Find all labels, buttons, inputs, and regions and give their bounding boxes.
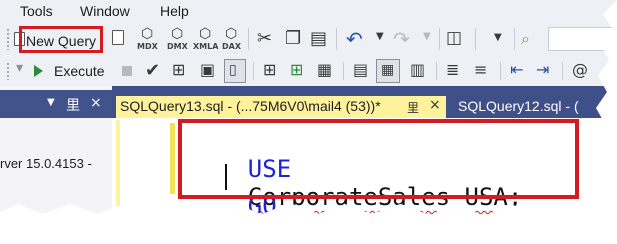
cut-icon[interactable]: ✂ <box>257 28 272 49</box>
intellisense-icon: ▯ <box>229 62 237 78</box>
toolbar-options-dropdown-icon[interactable]: ▼ <box>494 32 502 43</box>
panel-dropdown-icon[interactable]: ▼ <box>47 97 55 108</box>
client-statistics-icon[interactable]: ▦ <box>317 60 332 79</box>
uncomment-icon[interactable]: ≡ <box>474 60 487 79</box>
include-actual-plan-icon[interactable]: ⊞ <box>263 60 276 79</box>
cube-icon: ⬡ <box>225 26 238 42</box>
comment-out-icon[interactable]: ≣ <box>446 60 459 79</box>
toolbar-grip[interactable] <box>6 28 10 50</box>
dax-label: DAX <box>222 42 241 51</box>
decrease-indent-icon[interactable]: ⇤ <box>510 60 523 79</box>
toolbar-separator <box>436 62 437 80</box>
increase-indent-icon[interactable]: ⇥ <box>536 60 549 79</box>
toolbar-grip[interactable] <box>6 62 10 80</box>
menu-bar: Tools Window Help <box>0 0 617 22</box>
intellisense-toggle-button[interactable]: ▯ <box>224 59 246 83</box>
undo-icon[interactable]: ↶ <box>346 27 363 51</box>
database-engine-query-icon[interactable] <box>112 30 124 45</box>
cube-icon: ⬡ <box>141 26 154 42</box>
ssms-window: Tools Window Help New Query ⬡ MDX ⬡ DMX … <box>0 0 617 216</box>
cube-icon: ⬡ <box>199 26 212 42</box>
toolbar-separator <box>500 62 501 80</box>
estimated-plan-icon[interactable]: ⊞ <box>172 60 185 79</box>
undo-dropdown-icon[interactable]: ▼ <box>376 31 384 42</box>
change-tracking-bar <box>170 123 175 194</box>
editor-margin-indicator <box>116 120 120 206</box>
search-input[interactable] <box>548 27 617 51</box>
activity-monitor-icon[interactable]: ◫ <box>446 28 462 48</box>
redo-icon[interactable]: ↷ <box>393 27 410 51</box>
live-query-stats-icon[interactable]: ⊞ <box>290 60 303 79</box>
server-node-label[interactable]: rver 15.0.4153 - <box>0 156 92 171</box>
tab-close-icon[interactable]: × <box>429 97 441 113</box>
cube-icon: ⬡ <box>171 26 184 42</box>
toolbar-separator <box>439 28 440 50</box>
results-to-file-icon[interactable]: ▥ <box>410 60 425 79</box>
menu-help[interactable]: Help <box>160 3 189 19</box>
toolbar-separator <box>248 28 249 50</box>
copy-icon[interactable]: ❐ <box>285 28 301 49</box>
xmla-label: XMLA <box>193 42 219 51</box>
new-query-button[interactable] <box>19 26 103 53</box>
toolbar-separator <box>562 62 563 80</box>
toolbar-separator <box>514 28 515 50</box>
parse-check-icon[interactable]: ✔ <box>145 60 160 81</box>
pin-icon[interactable]: ⾥ <box>66 95 80 115</box>
toolbar-separator <box>475 28 476 50</box>
grid-icon: ▦ <box>381 62 395 78</box>
tab-sqlquery12-title[interactable]: SQLQuery12.sql - ( <box>458 98 579 114</box>
tab-sqlquery13-title: SQLQuery13.sql - (...75M6V0\mail4 (53))* <box>120 98 381 114</box>
mdx-label: MDX <box>137 42 158 51</box>
toolbar-separator <box>343 62 344 80</box>
query-options-icon[interactable]: ▣ <box>200 60 215 79</box>
toolbar-separator <box>336 28 337 50</box>
results-to-grid-button[interactable]: ▦ <box>376 59 400 83</box>
play-icon <box>34 65 43 77</box>
close-icon[interactable]: × <box>90 95 102 111</box>
available-databases-dropdown-icon[interactable]: ▾ <box>16 60 23 76</box>
execute-label: Execute <box>54 63 105 79</box>
code-highlight-box <box>178 119 579 199</box>
redo-dropdown-icon[interactable]: ▼ <box>423 31 431 42</box>
menu-window[interactable]: Window <box>80 3 130 19</box>
tab-pin-icon[interactable]: ⾥ <box>407 99 419 116</box>
specify-template-values-icon[interactable]: @ <box>572 60 588 79</box>
toolbar-separator <box>253 62 254 80</box>
menu-tools[interactable]: Tools <box>20 3 53 19</box>
results-to-text-icon[interactable]: ▤ <box>353 60 368 79</box>
paste-icon[interactable]: ▤ <box>310 28 327 49</box>
find-icon[interactable]: ⌕ <box>521 29 530 49</box>
cancel-query-icon[interactable] <box>122 66 132 76</box>
dmx-label: DMX <box>167 42 188 51</box>
